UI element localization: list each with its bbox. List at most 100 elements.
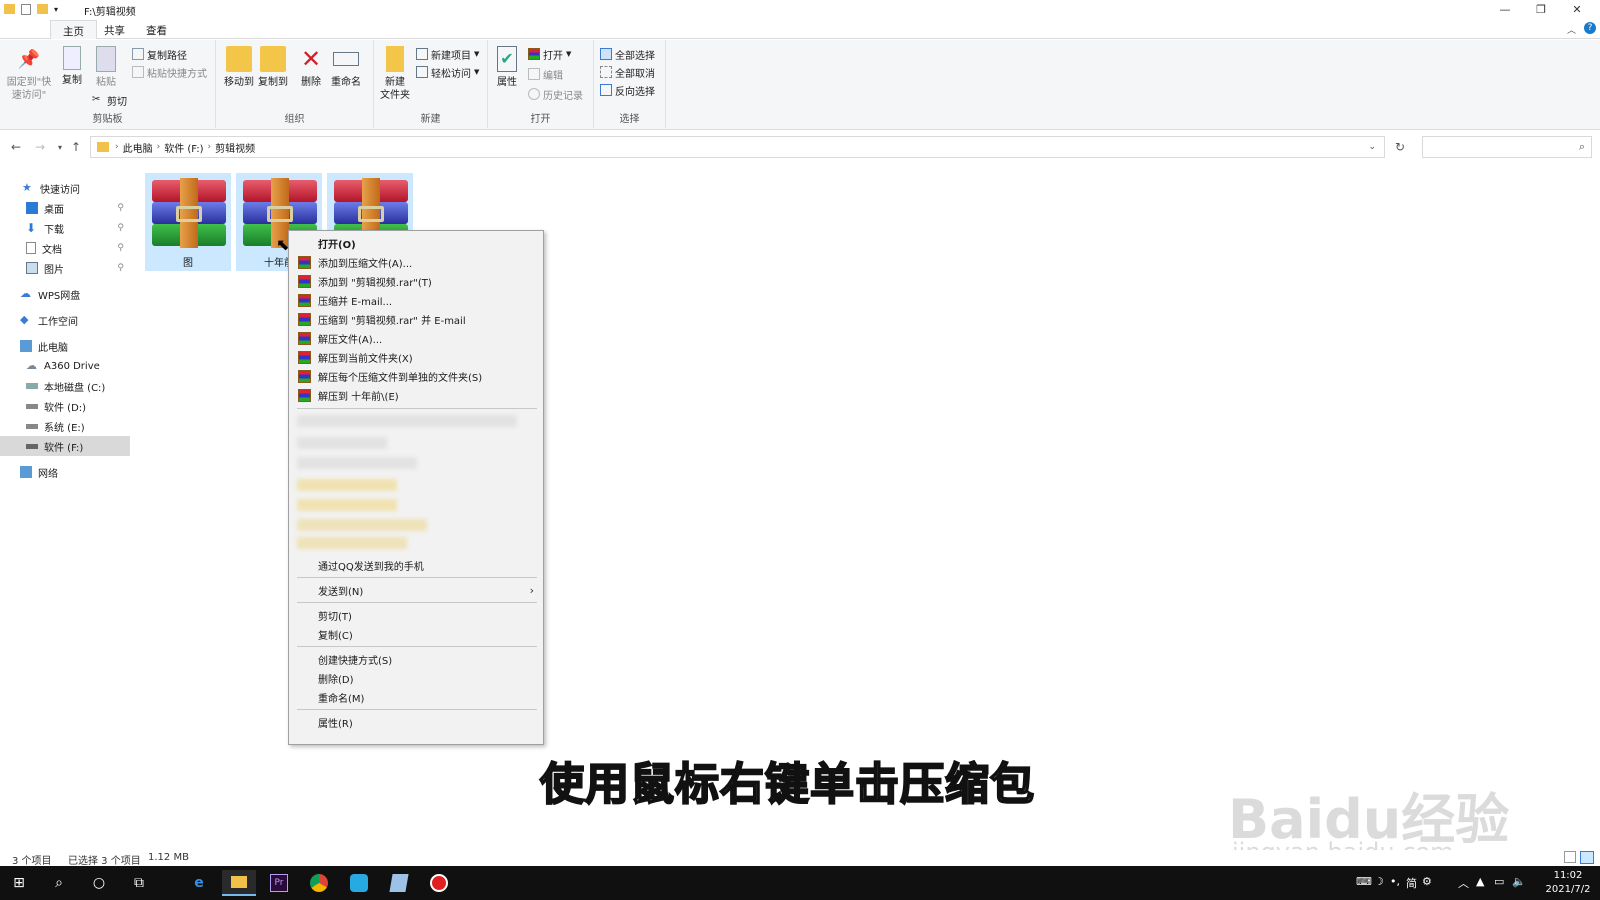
nav-documents[interactable]: 文档 ⚲ xyxy=(0,238,130,258)
tab-home[interactable]: 主页 xyxy=(50,20,97,39)
paste-button[interactable]: 粘贴 xyxy=(90,46,122,89)
properties-qa-icon[interactable] xyxy=(21,3,31,15)
nav-drive-f[interactable]: 软件 (F:) xyxy=(0,436,130,456)
open-button[interactable]: 打开 ▼ xyxy=(528,46,571,62)
app-icon[interactable] xyxy=(342,870,376,896)
nav-drive-d[interactable]: 软件 (D:) xyxy=(0,396,130,416)
pin-quick-access-button[interactable]: 📌 固定到"快 速访问" xyxy=(4,46,54,102)
nav-downloads[interactable]: ⬇ 下载 ⚲ xyxy=(0,218,130,238)
menu-item-cut[interactable]: 剪切(T) xyxy=(290,606,542,625)
settings-gear-icon[interactable]: ⚙ xyxy=(1422,875,1432,888)
nav-workspace[interactable]: ◆ 工作空间 xyxy=(0,310,130,330)
history-button[interactable]: 历史记录 xyxy=(528,86,583,102)
delete-button[interactable]: ✕ 删除 xyxy=(296,46,326,89)
breadcrumb-this-pc[interactable]: 此电脑 xyxy=(123,140,153,155)
nav-network[interactable]: 网络 xyxy=(0,462,130,482)
restore-button[interactable]: ❐ xyxy=(1523,0,1559,18)
select-all-button[interactable]: 全部选择 xyxy=(600,46,655,62)
nav-drive-e[interactable]: 系统 (E:) xyxy=(0,416,130,436)
copy-button[interactable]: 复制 xyxy=(56,46,88,87)
breadcrumb-current-folder[interactable]: 剪辑视频 xyxy=(215,140,255,155)
record-icon[interactable] xyxy=(422,870,456,896)
copy-to-button[interactable]: 复制到 xyxy=(256,46,290,89)
nav-quick-access[interactable]: ★ 快速访问 xyxy=(0,178,130,198)
paste-shortcut-button[interactable]: 粘贴快捷方式 xyxy=(132,64,207,80)
network-icon[interactable]: ▭ xyxy=(1494,875,1504,888)
windows-start-icon[interactable]: ⊞ xyxy=(2,870,36,896)
app-icon[interactable] xyxy=(382,870,416,896)
address-bar[interactable]: › 此电脑 › 软件 (F:) › 剪辑视频 ⌄ xyxy=(90,136,1385,158)
forward-arrow-icon[interactable]: → xyxy=(32,139,48,155)
chevron-up-icon[interactable]: ︿ xyxy=(1458,875,1469,891)
search-icon[interactable]: ⌕ xyxy=(42,870,76,896)
invert-selection-button[interactable]: 反向选择 xyxy=(600,82,655,98)
nav-drive-c[interactable]: 本地磁盘 (C:) xyxy=(0,376,130,396)
edit-button[interactable]: 编辑 xyxy=(528,66,563,82)
clock[interactable]: 11:02 2021/7/2 xyxy=(1540,869,1596,897)
menu-item-extract-to[interactable]: 解压到 十年前\(E) xyxy=(290,386,542,405)
menu-item-compress-rar-email[interactable]: 压缩到 "剪辑视频.rar" 并 E-mail xyxy=(290,310,542,329)
chrome-icon[interactable] xyxy=(302,870,336,896)
new-item-button[interactable]: 新建项目 ▼ xyxy=(416,46,479,62)
move-to-button[interactable]: 移动到 xyxy=(222,46,256,89)
close-button[interactable]: ✕ xyxy=(1559,0,1595,18)
moon-icon[interactable]: ☽ xyxy=(1374,875,1384,888)
menu-item-delete[interactable]: 删除(D) xyxy=(290,669,542,688)
menu-item-send-qq[interactable]: 通过QQ发送到我的手机 xyxy=(290,556,542,575)
breadcrumb-chevron-icon[interactable]: › xyxy=(115,142,119,152)
tab-share[interactable]: 共享 xyxy=(92,20,137,39)
address-dropdown-icon[interactable]: ⌄ xyxy=(1368,142,1376,152)
breadcrumb-chevron-icon[interactable]: › xyxy=(157,142,161,152)
task-view-icon[interactable]: ⧉ xyxy=(122,870,156,896)
refresh-icon[interactable]: ↻ xyxy=(1392,139,1408,155)
back-arrow-icon[interactable]: ← xyxy=(8,139,24,155)
select-none-button[interactable]: 全部取消 xyxy=(600,64,655,80)
menu-item-create-shortcut[interactable]: 创建快捷方式(S) xyxy=(290,650,542,669)
nav-this-pc[interactable]: 此电脑 xyxy=(0,336,130,356)
copy-path-button[interactable]: 复制路径 xyxy=(132,46,187,62)
details-view-icon[interactable] xyxy=(1564,851,1576,863)
breadcrumb-chevron-icon[interactable]: › xyxy=(208,142,212,152)
menu-item-extract-each[interactable]: 解压每个压缩文件到单独的文件夹(S) xyxy=(290,367,542,386)
premiere-pro-icon[interactable]: Pr xyxy=(262,870,296,896)
up-arrow-icon[interactable]: ↑ xyxy=(68,139,84,155)
menu-item-properties[interactable]: 属性(R) xyxy=(290,713,542,732)
tab-view[interactable]: 查看 xyxy=(134,20,179,39)
customize-qa-icon[interactable]: ▾ xyxy=(54,5,58,14)
punctuation-icon[interactable]: •, xyxy=(1390,875,1400,888)
nav-wps-drive[interactable]: ☁ WPS网盘 xyxy=(0,284,130,304)
nav-a360[interactable]: ☁ A360 Drive xyxy=(0,356,130,376)
menu-item-extract[interactable]: 解压文件(A)... xyxy=(290,329,542,348)
cut-button[interactable]: ✂ 剪切 xyxy=(92,92,127,108)
collapse-ribbon-icon[interactable]: ︿ xyxy=(1567,23,1576,36)
file-explorer-icon[interactable] xyxy=(222,870,256,896)
nav-pictures[interactable]: 图片 ⚲ xyxy=(0,258,130,278)
search-input[interactable]: ⌕ xyxy=(1422,136,1592,158)
breadcrumb-drive-f[interactable]: 软件 (F:) xyxy=(164,140,203,155)
menu-item-open[interactable]: 打开(O) xyxy=(290,234,542,253)
menu-item-add-archive[interactable]: 添加到压缩文件(A)... xyxy=(290,253,542,272)
menu-item-rename[interactable]: 重命名(M) xyxy=(290,688,542,707)
menu-item-send-to[interactable]: 发送到(N) › xyxy=(290,581,542,600)
properties-button[interactable]: ✔ 属性 xyxy=(492,46,522,89)
cortana-icon[interactable]: ○ xyxy=(82,870,116,896)
menu-item-extract-here[interactable]: 解压到当前文件夹(X) xyxy=(290,348,542,367)
easy-access-button[interactable]: 轻松访问 ▼ xyxy=(416,64,479,80)
ime-mode-indicator[interactable]: 简 xyxy=(1406,875,1417,891)
menu-item-compress-email[interactable]: 压缩并 E-mail... xyxy=(290,291,542,310)
help-icon[interactable]: ? xyxy=(1584,22,1596,34)
recent-locations-icon[interactable]: ▾ xyxy=(52,139,68,155)
volume-icon[interactable]: 🔈 xyxy=(1512,875,1526,888)
file-item[interactable]: 图 xyxy=(145,173,231,271)
minimize-button[interactable]: — xyxy=(1487,0,1523,18)
menu-item-copy[interactable]: 复制(C) xyxy=(290,625,542,644)
large-icons-view-icon[interactable] xyxy=(1580,851,1594,864)
keyboard-icon[interactable]: ⌨ xyxy=(1356,875,1372,888)
rename-button[interactable]: 重命名 xyxy=(328,46,364,89)
new-folder-qa-icon[interactable] xyxy=(37,4,48,14)
nav-desktop[interactable]: 桌面 ⚲ xyxy=(0,198,130,218)
tray-app-icon[interactable]: ▲ xyxy=(1476,875,1484,888)
new-folder-button[interactable]: 新建 文件夹 xyxy=(378,46,412,102)
menu-item-add-to-rar[interactable]: 添加到 "剪辑视频.rar"(T) xyxy=(290,272,542,291)
edge-browser-icon[interactable]: e xyxy=(182,870,216,896)
